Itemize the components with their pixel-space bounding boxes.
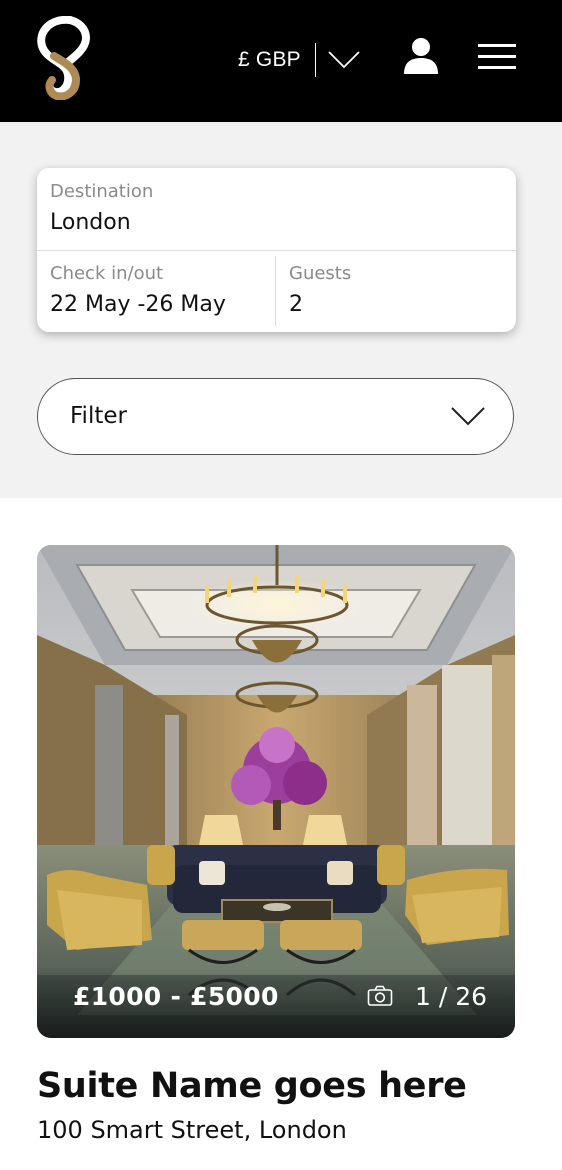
card-vertical-divider <box>275 256 276 326</box>
hotel-lobby-photo <box>37 545 515 1038</box>
camera-icon <box>367 985 393 1006</box>
currency-divider <box>314 43 316 77</box>
filter-label: Filter <box>70 403 127 429</box>
card-divider <box>37 250 516 251</box>
guests-field[interactable]: Guests 2 <box>289 262 499 326</box>
guests-value: 2 <box>289 292 303 317</box>
user-icon[interactable] <box>402 36 440 76</box>
guests-label: Guests <box>289 263 352 284</box>
filter-dropdown[interactable]: Filter <box>37 378 514 455</box>
brand-s-logo-icon[interactable] <box>30 16 96 100</box>
check-in-out-value: 22 May -26 May <box>50 292 226 317</box>
check-in-out-field[interactable]: Check in/out 22 May -26 May <box>50 262 270 326</box>
listing-photo[interactable]: £1000 - £5000 1 / 26 <box>37 545 515 1038</box>
search-card: Destination London Check in/out 22 May -… <box>37 168 516 332</box>
suite-address: 100 Smart Street, London <box>37 1116 347 1144</box>
destination-value: London <box>50 210 131 235</box>
check-in-out-label: Check in/out <box>50 263 164 284</box>
top-navigation-bar: £ GBP <box>0 0 562 122</box>
photo-count: 1 / 26 <box>415 982 488 1011</box>
chevron-down-icon <box>451 407 485 426</box>
currency-selector[interactable]: £ GBP <box>238 43 360 77</box>
currency-label: £ GBP <box>238 48 301 71</box>
price-range: £1000 - £5000 <box>73 982 279 1011</box>
suite-title[interactable]: Suite Name goes here <box>37 1066 467 1106</box>
destination-label: Destination <box>50 181 154 202</box>
chevron-down-icon <box>328 51 360 69</box>
destination-field[interactable]: Destination London <box>50 180 500 246</box>
hamburger-menu-icon[interactable] <box>478 42 516 72</box>
